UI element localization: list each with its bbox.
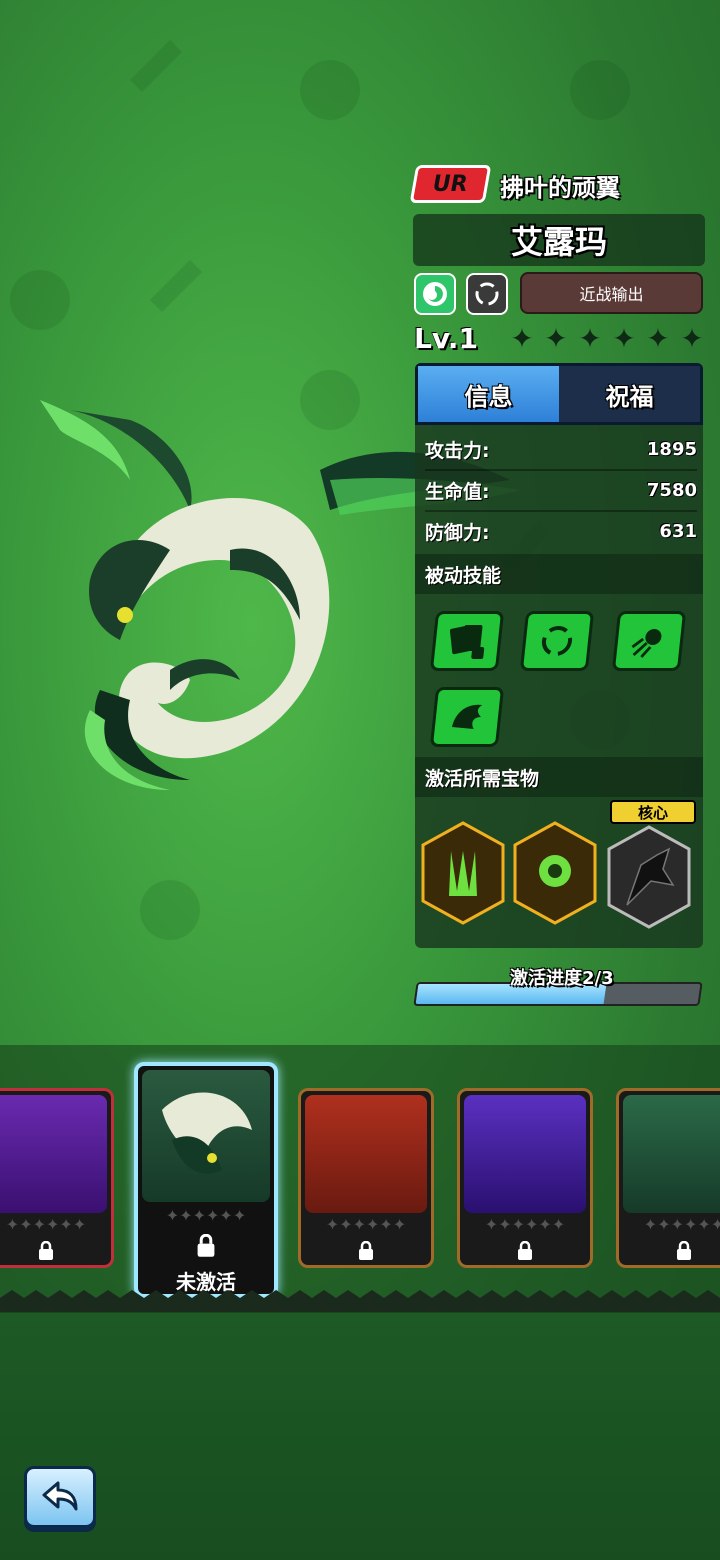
star-rating: ✦ ✦ ✦ ✦ ✦ ✦: [508, 325, 706, 353]
card-stars: ✦✦✦✦✦✦: [325, 1215, 407, 1234]
carousel-card-jade-beast[interactable]: ✦✦✦✦✦✦: [616, 1088, 720, 1268]
star-icon: ✦: [544, 322, 568, 355]
card-art: [305, 1095, 427, 1213]
treasure-green-orb[interactable]: [513, 821, 597, 925]
panel-tabs: 信息 祝福: [415, 363, 703, 425]
hero-subtitle: 拂叶的顽翼: [500, 174, 620, 202]
skill-dragon-head-icon[interactable]: [429, 687, 505, 747]
back-arrow-icon: [42, 1481, 78, 1511]
core-badge: 核心: [610, 800, 696, 824]
treasure-dark-dragon-locked[interactable]: [607, 825, 691, 929]
card-stars: ✦✦✦✦✦✦: [165, 1206, 247, 1225]
card-art: [623, 1095, 720, 1213]
treasures-heading: 激活所需宝物: [415, 757, 703, 797]
hero-name-plate: 艾露玛: [413, 214, 705, 266]
role-class-icon[interactable]: [466, 273, 508, 315]
lock-icon: [197, 1234, 215, 1257]
tab-blessing[interactable]: 祝福: [559, 366, 700, 422]
lock-icon: [677, 1241, 691, 1260]
carousel-edge-decoration: [0, 1290, 720, 1312]
stat-value: 1895: [646, 438, 697, 460]
card-art: [142, 1070, 270, 1202]
hero-name: 艾露玛: [510, 223, 607, 261]
skill-cards-dice-icon[interactable]: [429, 611, 505, 671]
hero-level: Lv.1: [414, 322, 478, 355]
star-icon: ✦: [612, 322, 636, 355]
carousel-card-red-beast[interactable]: ✦✦✦✦✦✦: [298, 1088, 434, 1268]
stat-label: 攻击力:: [425, 439, 490, 462]
rarity-label: UR: [433, 171, 468, 197]
star-icon: ✦: [510, 322, 534, 355]
stat-value: 631: [659, 520, 697, 542]
card-stars: ✦✦✦✦✦✦: [643, 1215, 720, 1234]
stat-row-attack: 攻击力: 1895: [425, 429, 697, 471]
card-art: [464, 1095, 586, 1213]
stat-row-defense: 防御力: 631: [425, 511, 697, 551]
lock-icon: [518, 1241, 532, 1260]
role-tag: 近战输出: [520, 272, 703, 314]
rarity-badge: UR: [409, 165, 492, 203]
activation-progress-label: 激活进度2/3: [510, 968, 614, 989]
lower-background: [0, 1310, 720, 1560]
lock-icon: [39, 1241, 53, 1260]
stat-label: 防御力:: [425, 521, 490, 544]
card-art: [0, 1095, 107, 1213]
carousel-card-violet-dragon[interactable]: ✦✦✦✦✦✦: [457, 1088, 593, 1268]
card-stars: ✦✦✦✦✦✦: [484, 1215, 566, 1234]
stat-label: 生命值:: [425, 480, 490, 503]
carousel-card-green-dragon-selected[interactable]: ✦✦✦✦✦✦ 未激活: [134, 1062, 278, 1298]
skill-comet-icon[interactable]: [611, 611, 687, 671]
star-icon: ✦: [680, 322, 704, 355]
back-button[interactable]: [24, 1466, 96, 1528]
passive-skills-heading: 被动技能: [415, 554, 703, 594]
star-icon: ✦: [578, 322, 602, 355]
lock-icon: [359, 1241, 373, 1260]
treasure-green-claw[interactable]: [421, 821, 505, 925]
tab-info[interactable]: 信息: [418, 366, 559, 422]
skill-circular-arrows-icon[interactable]: [519, 611, 595, 671]
card-stars: ✦✦✦✦✦✦: [5, 1215, 87, 1234]
stat-row-hp: 生命值: 7580: [425, 470, 697, 512]
info-panel: 信息 祝福 攻击力: 1895 生命值: 7580 防御力: 631 被动技能 …: [415, 363, 703, 948]
carousel-card-purple-dragon[interactable]: ✦✦✦✦✦✦: [0, 1088, 114, 1268]
star-icon: ✦: [646, 322, 670, 355]
wind-element-icon[interactable]: [414, 273, 456, 315]
stat-value: 7580: [646, 479, 697, 501]
